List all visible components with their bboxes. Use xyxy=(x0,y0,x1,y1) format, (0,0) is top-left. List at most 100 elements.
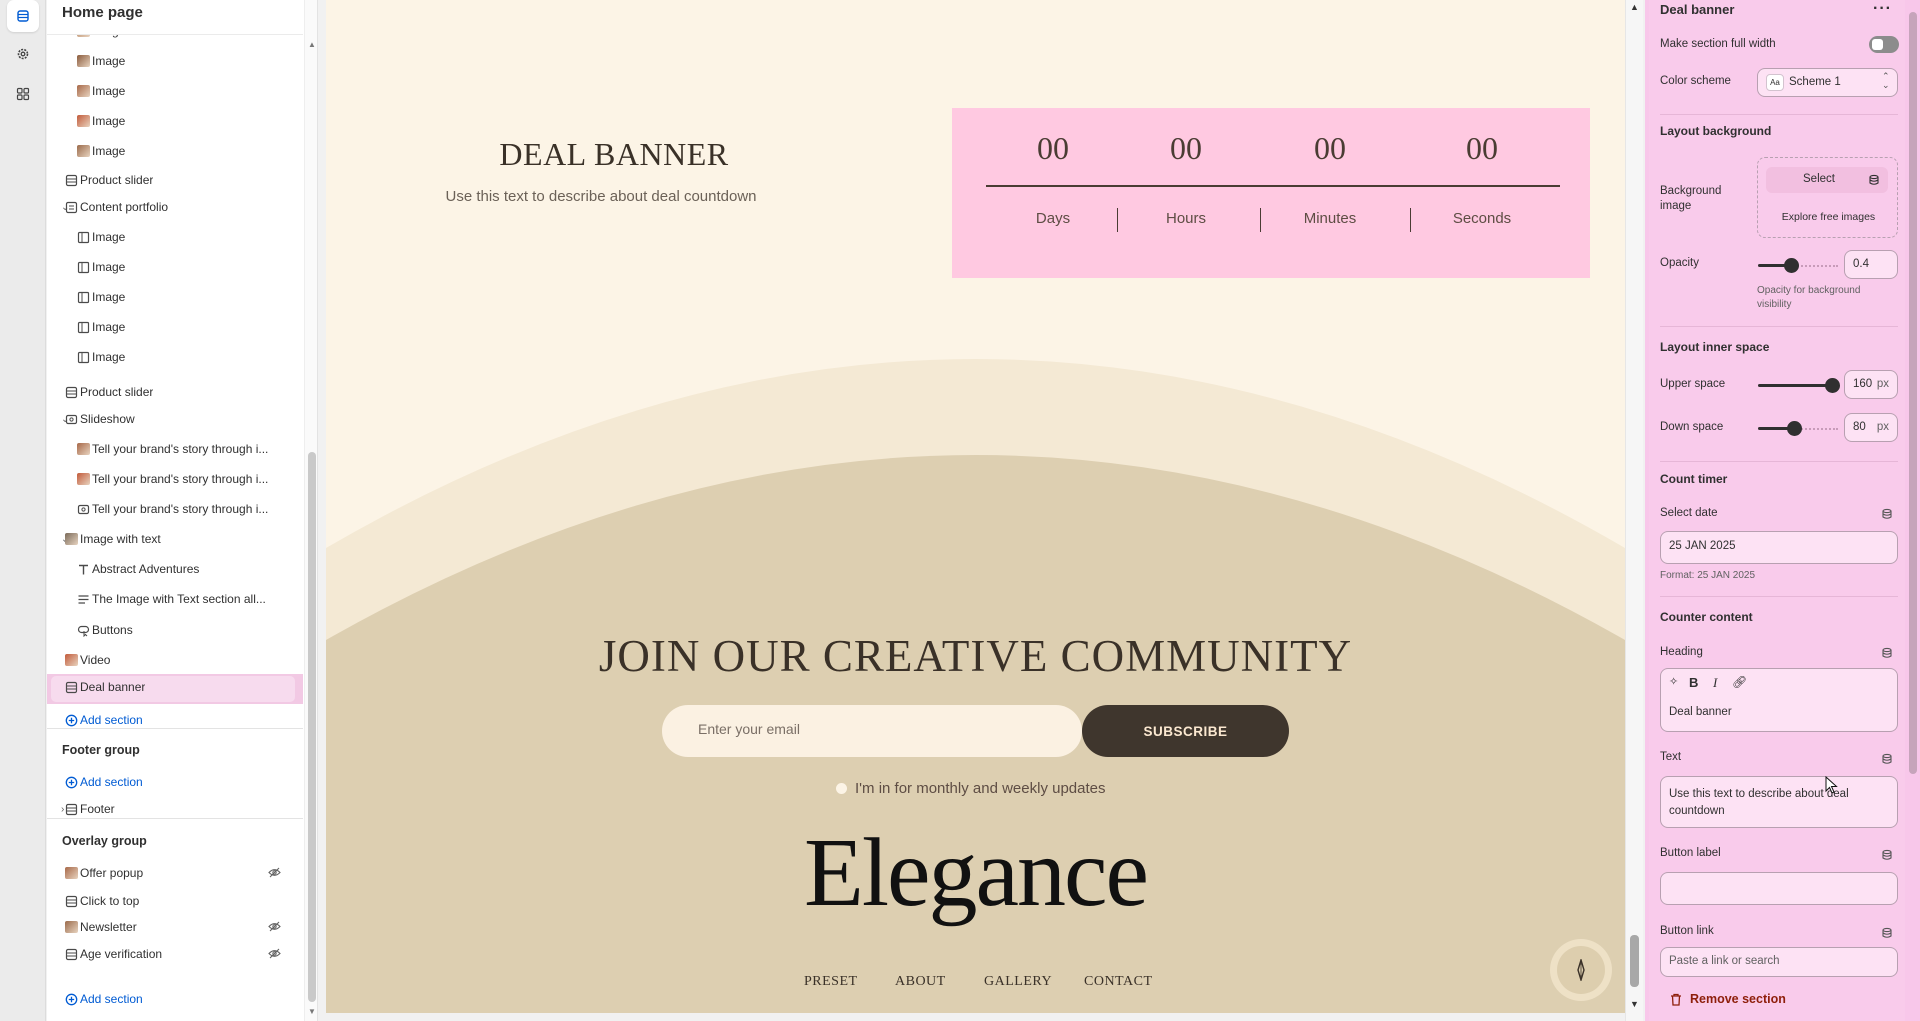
sidebar-item-image[interactable]: Image xyxy=(47,344,303,370)
dynamic-source-icon[interactable] xyxy=(1881,507,1893,525)
brand-logo[interactable]: Elegance xyxy=(326,817,1625,929)
sidebar-item-image[interactable]: Image xyxy=(47,224,303,250)
layout-background-heading: Layout background xyxy=(1660,124,1772,138)
more-actions-icon[interactable]: ··· xyxy=(1873,0,1892,18)
sidebar-item-label: Image xyxy=(92,144,126,158)
sidebar-item-label: Image xyxy=(92,114,126,128)
eye-slash-icon[interactable] xyxy=(268,947,281,963)
background-image-picker: Select Explore free images xyxy=(1757,157,1898,238)
sidebar-item-image[interactable]: Image xyxy=(47,138,303,164)
full-width-toggle[interactable] xyxy=(1869,36,1899,53)
sidebar-item-image[interactable]: Image xyxy=(47,254,303,280)
add-footer-section-button[interactable]: Add section xyxy=(47,769,303,795)
dynamic-source-icon[interactable] xyxy=(1881,752,1893,770)
sidebar-scrollbar[interactable]: ▲ ▼ xyxy=(304,0,317,1021)
image-thumbnail-icon xyxy=(76,144,90,158)
preview-scrollbar[interactable]: ▲ ▼ xyxy=(1625,0,1643,1021)
sidebar-item-label: Tell your brand's story through i... xyxy=(92,442,269,456)
down-space-input[interactable]: 80 px xyxy=(1844,413,1898,442)
button-link-input[interactable]: Paste a link or search xyxy=(1660,947,1898,977)
scroll-down-icon[interactable]: ▼ xyxy=(308,1007,316,1016)
overlay-item-click-to-top[interactable]: Click to top xyxy=(47,888,303,914)
sidebar-item-deal-banner[interactable]: Deal banner xyxy=(47,674,303,700)
sidebar-item-tell-your-brand-s-story-through-i[interactable]: Tell your brand's story through i... xyxy=(47,436,303,462)
footer-nav-preset[interactable]: PRESET xyxy=(804,974,858,990)
scroll-up-icon[interactable]: ▲ xyxy=(308,40,316,49)
scroll-down-icon[interactable]: ▼ xyxy=(1630,999,1639,1009)
sidebar-item-the-image-with-text-section-all[interactable]: The Image with Text section all... xyxy=(47,586,303,612)
image-thumbnail-icon xyxy=(76,54,90,68)
overlay-item-age-verification[interactable]: Age verification xyxy=(47,941,303,967)
down-space-slider[interactable] xyxy=(1758,421,1838,436)
updates-consent[interactable]: I'm in for monthly and weekly updates xyxy=(836,780,1106,797)
bold-icon[interactable]: B xyxy=(1689,675,1698,690)
down-space-handle[interactable] xyxy=(1787,421,1802,436)
text-input[interactable]: Use this text to describe about deal cou… xyxy=(1660,776,1898,828)
opacity-input[interactable]: 0.4 xyxy=(1844,250,1898,279)
sidebar-header: Home page xyxy=(47,0,303,35)
image-thumbnail-icon xyxy=(76,114,90,128)
click-to-top-button[interactable] xyxy=(1550,939,1612,1001)
section-icon xyxy=(64,947,78,961)
footer-nav-contact[interactable]: CONTACT xyxy=(1084,974,1153,990)
subscribe-button[interactable]: SUBSCRIBE xyxy=(1082,705,1289,757)
sidebar-item-product-slider[interactable]: Product slider xyxy=(47,379,303,405)
sidebar-item-product-slider[interactable]: Product slider xyxy=(47,167,303,193)
sidebar-item-image[interactable]: Image xyxy=(47,48,303,74)
select-image-button[interactable]: Select xyxy=(1766,167,1888,193)
scrollbar-thumb[interactable] xyxy=(308,452,316,1002)
sidebar-item-tell-your-brand-s-story-through-i[interactable]: Tell your brand's story through i... xyxy=(47,466,303,492)
consent-radio[interactable] xyxy=(836,783,847,794)
opacity-slider-handle[interactable] xyxy=(1784,258,1799,273)
button-label-input[interactable] xyxy=(1660,872,1898,905)
upper-space-slider[interactable] xyxy=(1758,378,1840,393)
sidebar-item-image[interactable]: Image xyxy=(47,284,303,310)
dynamic-source-icon[interactable] xyxy=(1881,848,1893,866)
scrollbar-thumb[interactable] xyxy=(1630,935,1639,987)
color-scheme-select[interactable]: Aa Scheme 1 ⌃ ⌄ xyxy=(1757,68,1898,97)
overlay-item-offer-popup[interactable]: Offer popup xyxy=(47,860,303,886)
heading-input[interactable]: Deal banner xyxy=(1660,697,1898,732)
scroll-up-icon[interactable]: ▲ xyxy=(1630,2,1639,12)
sidebar-item-image[interactable]: Image xyxy=(47,314,303,340)
footer-group-heading: Footer group xyxy=(62,743,140,757)
sidebar-item-image[interactable]: Image xyxy=(47,78,303,104)
sidebar-item-image-with-text[interactable]: ⌄Image with text xyxy=(47,526,303,552)
sidebar-item-tell-your-brand-s-story-through-i[interactable]: Tell your brand's story through i... xyxy=(47,496,303,522)
sidebar-item-buttons[interactable]: Buttons xyxy=(47,617,303,643)
sidebar-item-image[interactable]: Image xyxy=(47,108,303,134)
footer-nav-gallery[interactable]: GALLERY xyxy=(984,974,1052,990)
magic-icon[interactable]: ✧ xyxy=(1669,675,1678,688)
sections-icon[interactable] xyxy=(7,0,39,32)
counter-separator xyxy=(1117,208,1118,232)
sidebar-item-slideshow[interactable]: ⌄ Slideshow xyxy=(47,406,303,432)
link-icon[interactable]: 🔗︎ xyxy=(1732,675,1747,689)
apps-icon[interactable] xyxy=(7,78,39,110)
dynamic-source-icon[interactable] xyxy=(1881,646,1893,664)
section-icon xyxy=(64,680,78,694)
add-overlay-section-button[interactable]: Add section xyxy=(47,986,303,1012)
date-input[interactable]: 25 JAN 2025 xyxy=(1660,531,1898,564)
page-title: Home page xyxy=(62,4,143,21)
counter-separator xyxy=(1410,208,1411,232)
eye-slash-icon[interactable] xyxy=(268,920,281,936)
sidebar-item-content-portfolio[interactable]: ⌄ Content portfolio xyxy=(47,194,303,220)
theme-preview: DEAL BANNER Use this text to describe ab… xyxy=(326,0,1625,1013)
explore-free-images-link[interactable]: Explore free images xyxy=(1758,211,1899,223)
opacity-slider[interactable] xyxy=(1758,258,1838,273)
sidebar-item-label: Video xyxy=(80,653,111,667)
upper-space-input[interactable]: 160 px xyxy=(1844,370,1898,399)
upper-space-handle[interactable] xyxy=(1825,378,1840,393)
overlay-item-newsletter[interactable]: Newsletter xyxy=(47,914,303,940)
scrollbar-thumb[interactable] xyxy=(1909,12,1917,774)
panel-scrollbar[interactable] xyxy=(1906,0,1920,1021)
sidebar-item-video[interactable]: Video xyxy=(47,647,303,673)
dynamic-source-icon[interactable] xyxy=(1881,926,1893,944)
add-section-button[interactable]: Add section xyxy=(47,707,303,733)
footer-nav-about[interactable]: ABOUT xyxy=(895,974,946,990)
eye-slash-icon[interactable] xyxy=(268,866,281,882)
sidebar-item-abstract-adventures[interactable]: Abstract Adventures xyxy=(47,556,303,582)
gear-icon[interactable] xyxy=(7,38,39,70)
italic-icon[interactable]: I xyxy=(1713,675,1717,691)
remove-section-button[interactable]: Remove section xyxy=(1670,992,1786,1006)
